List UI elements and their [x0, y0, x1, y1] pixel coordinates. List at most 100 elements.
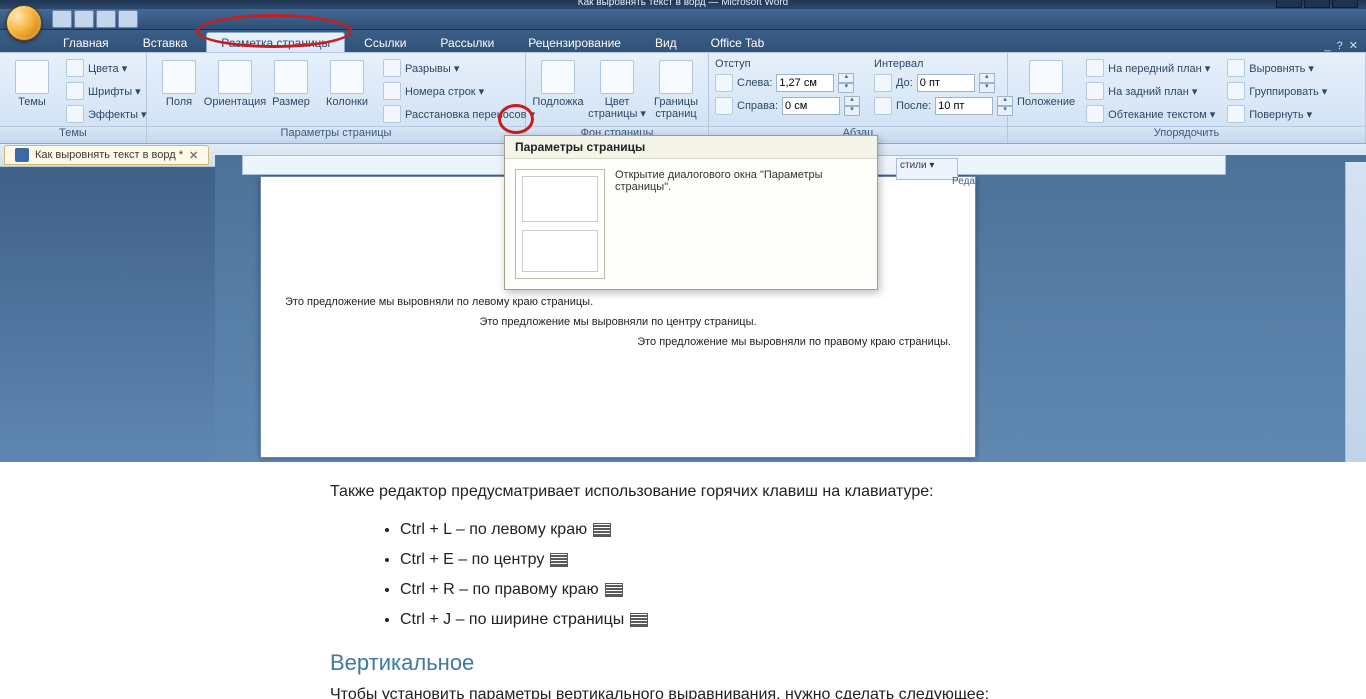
page-borders-button[interactable]: Границы страниц [650, 57, 702, 123]
indent-right-input[interactable] [782, 97, 840, 115]
editing-label-fragment: Реда [952, 176, 975, 187]
group-paragraph: Отступ Слева: ▴▾ Справа: ▴▾ [709, 53, 1008, 143]
group-arrange: Положение На передний план ▾ На задний п… [1008, 53, 1366, 143]
tab-insert[interactable]: Вставка [128, 32, 203, 52]
ribbon-body: Темы Цвета ▾ Шрифты ▾ Эффекты ▾ Темы Пол… [0, 52, 1366, 144]
office-orb-button[interactable] [6, 5, 42, 41]
indent-right-icon [715, 97, 733, 115]
hotkey-left: Ctrl + L – по левому краю [400, 521, 587, 538]
minimize-button[interactable] [1276, 0, 1302, 8]
bring-front-icon [1086, 59, 1104, 77]
tab-mailings[interactable]: Рассылки [425, 32, 509, 52]
hyphenation-button[interactable]: Расстановка переносов ▾ [379, 103, 539, 125]
bring-front-button[interactable]: На передний план ▾ [1082, 57, 1219, 79]
indent-left-icon [715, 74, 733, 92]
quick-access-row [0, 9, 1366, 30]
send-back-button[interactable]: На задний план ▾ [1082, 80, 1219, 102]
spin-down-icon[interactable]: ▾ [844, 106, 860, 116]
tooltip-preview-icon [515, 169, 605, 279]
tab-view[interactable]: Вид [640, 32, 692, 52]
breaks-button[interactable]: Разрывы ▾ [379, 57, 539, 79]
spin-up-icon[interactable]: ▴ [838, 73, 854, 83]
line-numbers-button[interactable]: Номера строк ▾ [379, 80, 539, 102]
theme-effects-button[interactable]: Эффекты ▾ [62, 103, 151, 125]
theme-fonts-label: Шрифты ▾ [88, 85, 141, 98]
size-button[interactable]: Размер [265, 57, 317, 111]
qat-undo-icon[interactable] [74, 10, 94, 28]
theme-colors-button[interactable]: Цвета ▾ [62, 57, 151, 79]
sample-center-line: Это предложение мы выровняли по центру с… [261, 312, 975, 332]
ribbon-minimize-icon[interactable]: _ [1325, 40, 1331, 52]
watermark-button[interactable]: Подложка [532, 57, 584, 111]
themes-button[interactable]: Темы [6, 57, 58, 111]
palette-icon [66, 59, 84, 77]
align-icon [1227, 59, 1245, 77]
styles-dropdown[interactable]: стили ▾ [896, 158, 958, 180]
text-wrap-button[interactable]: Обтекание текстом ▾ [1082, 103, 1219, 125]
themes-label: Темы [18, 96, 46, 108]
rotate-button[interactable]: Повернуть ▾ [1223, 103, 1331, 125]
tab-review[interactable]: Рецензирование [513, 32, 636, 52]
position-button[interactable]: Положение [1014, 57, 1078, 111]
breaks-icon [383, 59, 401, 77]
page-color-label: Цвет страницы ▾ [588, 96, 646, 120]
tab-page-layout[interactable]: Разметка страницы [206, 32, 345, 52]
list-item: Ctrl + E – по центру [400, 548, 1030, 572]
vertical-scrollbar[interactable] [1345, 162, 1366, 462]
spin-down-icon[interactable]: ▾ [979, 83, 995, 93]
align-button[interactable]: Выровнять ▾ [1223, 57, 1331, 79]
send-back-icon [1086, 82, 1104, 100]
spacing-before-row: До: ▴▾ [874, 72, 1013, 94]
list-item: Ctrl + J – по ширине страницы [400, 608, 1030, 632]
qat-more-icon[interactable] [118, 10, 138, 28]
theme-effects-label: Эффекты ▾ [88, 108, 147, 121]
margins-label: Поля [166, 96, 192, 108]
group-obj-label: Группировать ▾ [1249, 85, 1327, 98]
indent-left-row: Слева: ▴▾ [715, 72, 860, 94]
tab-home[interactable]: Главная [48, 32, 124, 52]
document-tab[interactable]: Как выровнять текст в ворд * ✕ [4, 145, 209, 165]
indent-left-input[interactable] [776, 74, 834, 92]
page-setup-tooltip: Параметры страницы Открытие диалогового … [504, 135, 878, 290]
orientation-button[interactable]: Ориентация [209, 57, 261, 111]
document-tab-close-icon[interactable]: ✕ [189, 149, 198, 162]
orientation-icon [218, 60, 252, 94]
tab-references[interactable]: Ссылки [349, 32, 421, 52]
spacing-before-icon [874, 74, 892, 92]
ribbon-help-icon[interactable]: ? [1337, 40, 1343, 52]
sample-left-line: Это предложение мы выровняли по левому к… [261, 292, 975, 312]
indent-left-label: Слева: [737, 77, 772, 89]
qat-save-icon[interactable] [52, 10, 72, 28]
qat-redo-icon[interactable] [96, 10, 116, 28]
text-wrap-label: Обтекание текстом ▾ [1108, 108, 1215, 121]
rotate-icon [1227, 105, 1245, 123]
spin-up-icon[interactable]: ▴ [979, 73, 995, 83]
spin-down-icon[interactable]: ▾ [838, 83, 854, 93]
group-page-setup-caption: Параметры страницы [147, 126, 525, 143]
tooltip-text: Открытие диалогового окна "Параметры стр… [615, 169, 867, 279]
page-color-button[interactable]: Цвет страницы ▾ [588, 57, 646, 123]
spacing-before-input[interactable] [917, 74, 975, 92]
bring-front-label: На передний план ▾ [1108, 62, 1210, 75]
close-button[interactable] [1332, 0, 1358, 8]
columns-button[interactable]: Колонки [321, 57, 373, 111]
page-color-icon [600, 60, 634, 94]
ribbon-close-icon[interactable]: ✕ [1349, 39, 1358, 52]
theme-fonts-button[interactable]: Шрифты ▾ [62, 80, 151, 102]
group-themes-caption: Темы [0, 126, 146, 143]
ribbon-help-area: _ ? ✕ [1325, 39, 1358, 52]
align-center-icon [550, 553, 568, 567]
watermark-label: Подложка [532, 96, 583, 108]
spin-up-icon[interactable]: ▴ [844, 96, 860, 106]
spacing-after-input[interactable] [935, 97, 993, 115]
page-borders-icon [659, 60, 693, 94]
margins-button[interactable]: Поля [153, 57, 205, 111]
indent-right-row: Справа: ▴▾ [715, 95, 860, 117]
maximize-button[interactable] [1304, 0, 1330, 8]
group-page-setup: Поля Ориентация Размер Колонки Разрывы ▾… [147, 53, 526, 143]
line-numbers-label: Номера строк ▾ [405, 85, 484, 98]
tab-office-tab[interactable]: Office Tab [696, 32, 780, 52]
group-button[interactable]: Группировать ▾ [1223, 80, 1331, 102]
spacing-after-label: После: [896, 100, 931, 112]
columns-label: Колонки [326, 96, 368, 108]
